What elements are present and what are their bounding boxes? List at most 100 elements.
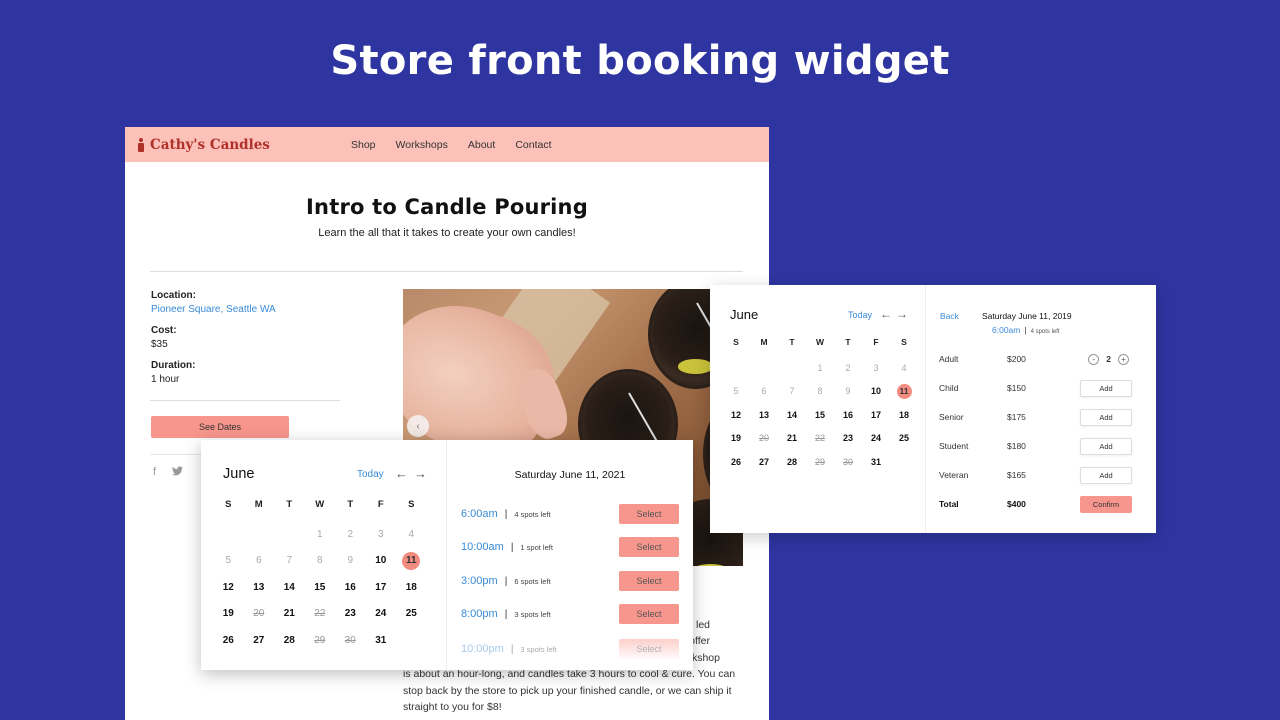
calendar-day[interactable]: 10 <box>366 551 397 578</box>
today-button[interactable]: Today <box>848 310 872 320</box>
calendar-day[interactable]: 15 <box>806 406 834 430</box>
calendar-day[interactable]: 16 <box>335 578 366 605</box>
empty-day <box>778 359 806 383</box>
calendar-day: 20 <box>253 608 265 619</box>
confirm-button[interactable]: Confirm <box>1080 495 1132 513</box>
location-link[interactable]: Pioneer Square, Seattle WA <box>151 303 276 317</box>
calendar-day[interactable]: 10 <box>862 382 890 406</box>
empty-day <box>722 359 750 383</box>
add-button[interactable]: Add <box>1080 437 1132 455</box>
calendar: June Today ←→ S M T W T F S 1 2 3 4 5 6 7 8 9 10 11 12 13 14… <box>710 285 926 533</box>
time-slot: 8:00pm | 3 spots left Select <box>461 604 679 624</box>
calendar-day: 29 <box>314 634 326 646</box>
empty-day <box>213 525 244 552</box>
select-button[interactable]: Select <box>619 537 679 557</box>
weekday-header: M <box>760 337 768 347</box>
calendar-day[interactable]: 11 <box>890 382 918 406</box>
calendar-day[interactable]: 27 <box>750 453 778 477</box>
calendar-day[interactable]: 19 <box>213 604 244 631</box>
calendar-day[interactable]: 25 <box>396 604 427 631</box>
page-subtitle: Learn the all that it takes to create yo… <box>318 227 576 239</box>
time-slots: Saturday June 11, 2021 6:00am | 4 spots le… <box>447 440 693 670</box>
calendar-day[interactable]: 13 <box>750 406 778 430</box>
calendar-grid: S M T W T F S 1 2 3 4 5 6 7 8 9 10 11 12 13 14 15 16 17 18 19 20 21… <box>213 498 427 657</box>
calendar-day[interactable]: 12 <box>213 578 244 605</box>
add-button[interactable]: Add <box>1080 408 1132 426</box>
calendar-day[interactable]: 24 <box>862 429 890 453</box>
calendar-day[interactable]: 27 <box>244 631 275 658</box>
calendar-day: 9 <box>347 555 354 566</box>
select-button[interactable]: Select <box>619 571 679 591</box>
facebook-icon[interactable]: f <box>153 466 156 479</box>
calendar-day[interactable]: 17 <box>862 406 890 430</box>
nav-link-about[interactable]: About <box>468 139 495 151</box>
calendar-day[interactable]: 18 <box>396 578 427 605</box>
calendar-day[interactable]: 23 <box>335 604 366 631</box>
select-button[interactable]: Select <box>619 504 679 524</box>
calendar-day[interactable]: 31 <box>862 453 890 477</box>
today-button[interactable]: Today <box>357 469 384 480</box>
calendar-day: 5 <box>225 555 232 566</box>
ticket-row-child: Child $150 Add <box>939 379 1135 397</box>
calendar-day[interactable]: 25 <box>890 429 918 453</box>
back-link[interactable]: Back <box>940 311 959 321</box>
weekday-header: F <box>873 337 879 347</box>
page-title: Intro to Candle Pouring <box>306 195 588 219</box>
calendar-day[interactable]: 15 <box>305 578 336 605</box>
weekday-header: T <box>845 337 851 347</box>
nav-link-contact[interactable]: Contact <box>515 139 551 151</box>
add-button[interactable]: Add <box>1080 466 1132 484</box>
select-button[interactable]: Select <box>619 639 679 659</box>
total-label: Total <box>939 499 959 509</box>
calendar-day[interactable]: 24 <box>366 604 397 631</box>
increment-button[interactable]: + <box>1118 353 1129 365</box>
add-button[interactable]: Add <box>1080 379 1132 397</box>
calendar-day[interactable]: 19 <box>722 429 750 453</box>
calendar-day[interactable]: 13 <box>244 578 275 605</box>
see-dates-button[interactable]: See Dates <box>151 416 289 438</box>
calendar-day[interactable]: 26 <box>722 453 750 477</box>
nav-link-shop[interactable]: Shop <box>351 139 376 151</box>
prev-month-icon[interactable]: ← <box>880 307 896 321</box>
select-button[interactable]: Select <box>619 604 679 624</box>
decrement-button[interactable]: - <box>1088 353 1100 365</box>
next-month-icon[interactable]: → <box>414 466 433 481</box>
time-slot: 6:00am | 4 spots left Select <box>461 504 679 524</box>
empty-day <box>750 359 778 383</box>
weekday-header: S <box>733 337 739 347</box>
weekday-header: S <box>225 499 232 510</box>
calendar-day[interactable]: 28 <box>778 453 806 477</box>
calendar-day[interactable]: 14 <box>778 406 806 430</box>
calendar-day[interactable]: 17 <box>366 578 397 605</box>
calendar-grid: S M T W T F S 1 2 3 4 5 6 7 8 9 10 11 12 13 14 15 16 17 18 19 20 21… <box>722 335 918 476</box>
calendar-day[interactable]: 18 <box>890 406 918 430</box>
weekday-header: T <box>347 499 354 510</box>
nav-link-workshops[interactable]: Workshops <box>396 139 448 151</box>
calendar-day: 7 <box>789 386 795 396</box>
location-label: Location: <box>151 290 196 301</box>
empty-day <box>244 525 275 552</box>
calendar-day[interactable]: 14 <box>274 578 305 605</box>
calendar-day: 2 <box>347 528 354 540</box>
calendar-day[interactable]: 11 <box>396 551 427 578</box>
calendar-day[interactable]: 28 <box>274 631 305 658</box>
calendar-day[interactable]: 21 <box>274 604 305 631</box>
calendar-day[interactable]: 26 <box>213 631 244 658</box>
calendar-day[interactable]: 12 <box>722 406 750 430</box>
nav-links: Shop Workshops About Contact <box>351 139 552 151</box>
twitter-icon[interactable] <box>172 466 184 479</box>
duration-value: 1 hour <box>151 374 180 385</box>
calendar-day[interactable]: 23 <box>834 429 862 453</box>
calendar-day[interactable]: 16 <box>834 406 862 430</box>
prev-month-icon[interactable]: ← <box>395 466 414 481</box>
slot-time: 6:00am <box>461 508 498 520</box>
weekday-header: W <box>815 337 825 347</box>
calendar-day: 9 <box>845 386 851 396</box>
slot-spots: 6 spots left <box>514 576 551 586</box>
next-month-icon[interactable]: → <box>896 307 912 321</box>
calendar-day[interactable]: 21 <box>778 429 806 453</box>
calendar-day[interactable]: 31 <box>366 631 397 658</box>
photo-prev-button[interactable]: ‹ <box>407 415 429 437</box>
brand-logo[interactable]: Cathy's Candles <box>137 137 270 153</box>
time-slot: 3:00pm | 6 spots left Select <box>461 571 679 591</box>
